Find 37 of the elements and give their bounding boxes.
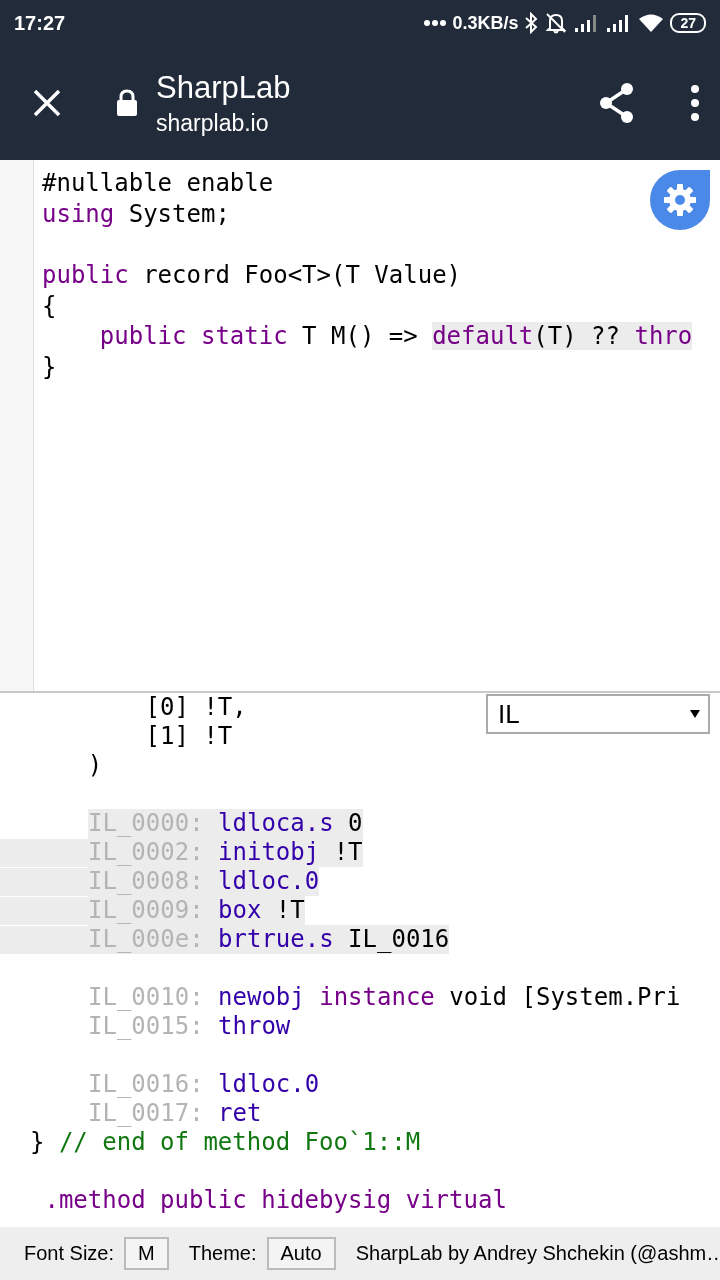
code-line: #nullable enable (42, 168, 274, 199)
code-line: { (42, 290, 57, 322)
bluetooth-icon (524, 12, 539, 34)
page-title: SharpLab (156, 69, 292, 106)
share-icon (598, 82, 636, 124)
code-line: [1] !T (144, 722, 233, 751)
lock-icon (116, 89, 138, 117)
wifi-icon (638, 13, 665, 33)
dots-icon (424, 20, 447, 26)
muted-bell-icon (544, 12, 569, 34)
code-line: using System; (42, 198, 230, 230)
page-url: sharplab.io (156, 109, 270, 137)
code-line: } (42, 352, 57, 383)
credit-text: SharpLab by Andrey Shchekin (@ashm… (355, 1242, 720, 1265)
language-dropdown[interactable]: IL (486, 694, 710, 734)
close-icon (32, 88, 62, 118)
code-line: } // end of method Foo`1::M (30, 1128, 421, 1157)
status-time: 17:27 (14, 11, 66, 35)
theme-button[interactable]: Auto (266, 1237, 336, 1270)
dropdown-arrow-icon (690, 710, 700, 718)
battery-icon: 27 (670, 13, 706, 33)
network-speed: 0.3KB/s (452, 12, 519, 34)
code-line: [0] !T, (144, 693, 247, 722)
code-line: IL_0016: ldloc.0 (88, 1070, 320, 1099)
font-size-button[interactable]: M (124, 1237, 169, 1270)
settings-button[interactable] (650, 170, 710, 230)
code-line: public record Foo<T>(T Value) (42, 260, 462, 291)
theme-label: Theme: (188, 1242, 257, 1265)
settings-icon (662, 182, 698, 218)
code-line: IL_0015: throw (88, 1012, 291, 1041)
font-size-label: Font Size: (24, 1242, 115, 1265)
code-line: public static T M() => default(T) ?? thro (98, 321, 693, 353)
more-icon (690, 85, 700, 121)
code-line: IL_0010: newobj instance void [System.Pri (88, 983, 681, 1012)
code-line: ) (86, 751, 103, 780)
code-line: IL_0017: ret (88, 1099, 262, 1128)
code-line: .method public hidebysig virtual (43, 1186, 507, 1215)
